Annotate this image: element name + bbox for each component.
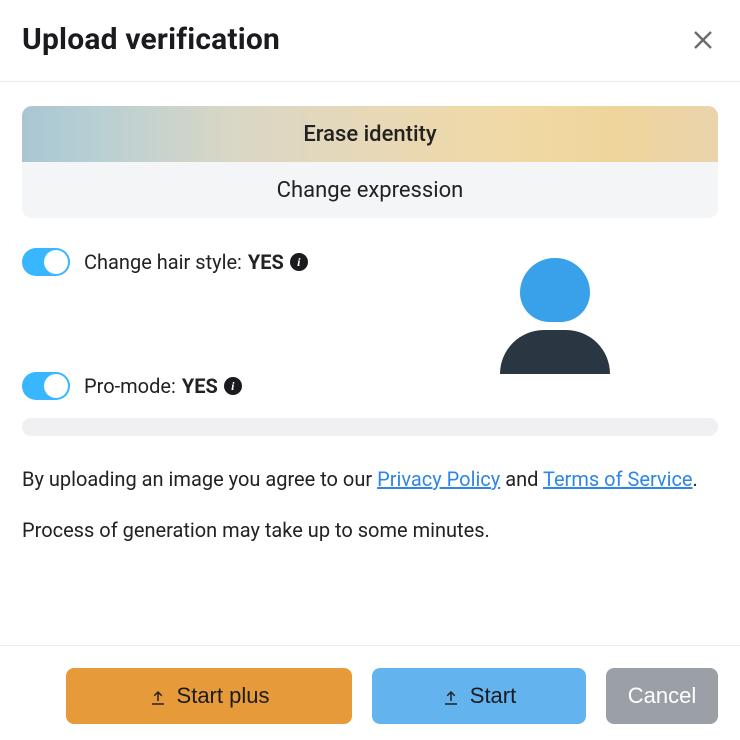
toggle-knob xyxy=(44,374,68,398)
avatar-head-icon xyxy=(520,258,590,322)
modal-title: Upload verification xyxy=(22,22,280,57)
row-change-hair-style: Change hair style: YES i xyxy=(22,248,718,276)
mode-segmented-control: Erase identity Change expression xyxy=(22,106,718,218)
label-change-hair-style: Change hair style: YES i xyxy=(84,250,308,274)
modal-body: Erase identity Change expression Change … xyxy=(0,82,740,542)
upload-verification-modal: Upload verification Erase identity Chang… xyxy=(0,0,740,740)
modal-header: Upload verification xyxy=(0,0,740,82)
close-icon xyxy=(691,28,715,52)
close-button[interactable] xyxy=(688,25,718,55)
segment-change-expression[interactable]: Change expression xyxy=(22,162,718,218)
toggle-knob xyxy=(44,250,68,274)
cancel-button[interactable]: Cancel xyxy=(606,668,718,724)
modal-footer: Start plus Start Cancel xyxy=(0,645,740,740)
segment-erase-identity[interactable]: Erase identity xyxy=(22,106,718,162)
start-button[interactable]: Start xyxy=(372,668,586,724)
upload-icon xyxy=(149,687,167,705)
link-terms-of-service[interactable]: Terms of Service xyxy=(543,467,693,491)
toggle-change-hair-style[interactable] xyxy=(22,248,70,276)
avatar-body-icon xyxy=(500,330,610,374)
upload-icon xyxy=(442,687,460,705)
toggle-pro-mode[interactable] xyxy=(22,372,70,400)
progress-placeholder-bar xyxy=(22,418,718,436)
row-pro-mode: Pro-mode: YES i xyxy=(22,372,718,400)
info-icon[interactable]: i xyxy=(224,377,242,395)
info-icon[interactable]: i xyxy=(290,253,308,271)
label-pro-mode: Pro-mode: YES i xyxy=(84,374,242,398)
link-privacy-policy[interactable]: Privacy Policy xyxy=(377,467,500,491)
generation-note: Process of generation may take up to som… xyxy=(22,518,718,542)
start-plus-button[interactable]: Start plus xyxy=(66,668,352,724)
avatar-preview xyxy=(500,258,610,378)
legal-text: By uploading an image you agree to our P… xyxy=(22,464,718,494)
